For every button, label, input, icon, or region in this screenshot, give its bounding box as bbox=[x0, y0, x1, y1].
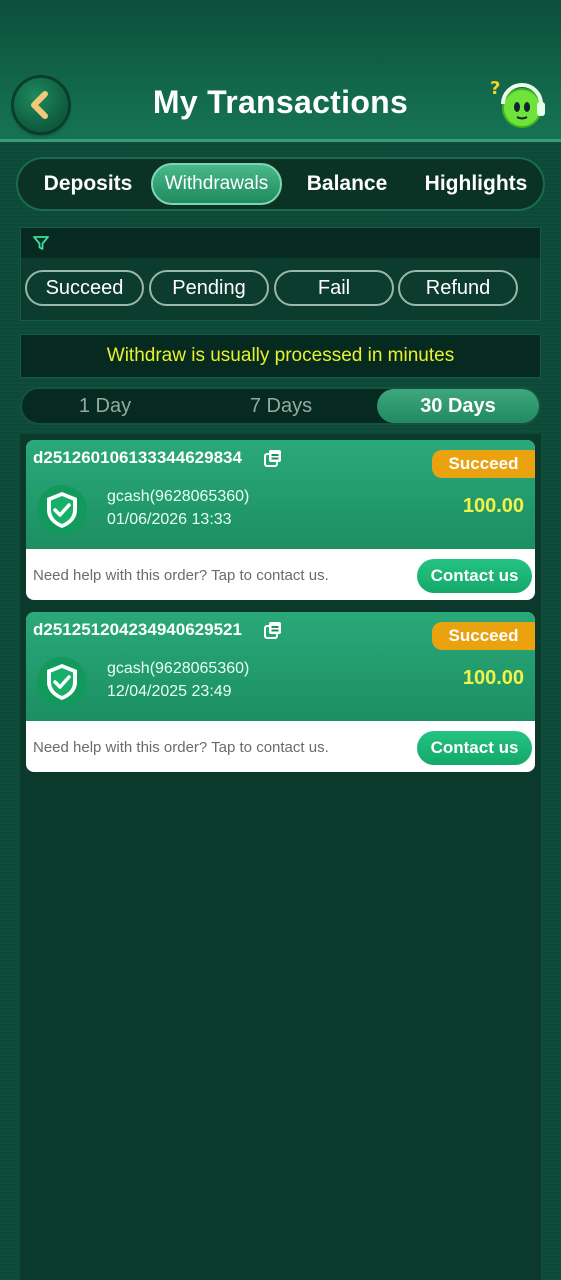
range-30-days[interactable]: 30 Days bbox=[377, 389, 539, 423]
shield-check-icon bbox=[37, 485, 87, 535]
copy-icon[interactable] bbox=[263, 448, 283, 468]
range-7-days[interactable]: 7 Days bbox=[198, 389, 364, 423]
status-badge: Succeed bbox=[432, 450, 535, 478]
tab-deposits[interactable]: Deposits bbox=[32, 163, 144, 205]
copy-icon[interactable] bbox=[263, 620, 283, 640]
transaction-amount: 100.00 bbox=[462, 495, 524, 517]
transaction-amount: 100.00 bbox=[462, 667, 524, 689]
order-id: d251260106133344629834 bbox=[33, 448, 242, 467]
transaction-summary: d251260106133344629834 Succeed gcash(962… bbox=[26, 440, 535, 549]
payment-method: gcash(9628065360) bbox=[107, 660, 250, 677]
help-text: Need help with this order? Tap to contac… bbox=[33, 567, 329, 584]
shield-check-icon bbox=[37, 657, 87, 707]
filter-refund[interactable]: Refund bbox=[398, 270, 518, 306]
payment-method: gcash(9628065360) bbox=[107, 488, 250, 505]
tab-balance[interactable]: Balance bbox=[295, 163, 399, 205]
tab-highlights[interactable]: Highlights bbox=[416, 163, 536, 205]
status-filter-panel: Succeed Pending Fail Refund bbox=[20, 227, 541, 321]
contact-us-button[interactable]: Contact us bbox=[417, 559, 532, 593]
transaction-datetime: 01/06/2026 13:33 bbox=[107, 511, 232, 528]
filter-succeed[interactable]: Succeed bbox=[25, 270, 144, 306]
support-mascot-icon[interactable]: ? bbox=[488, 74, 550, 136]
transaction-card: d251260106133344629834 Succeed gcash(962… bbox=[26, 440, 535, 600]
range-1-day[interactable]: 1 Day bbox=[22, 389, 188, 423]
transaction-datetime: 12/04/2025 23:49 bbox=[107, 683, 232, 700]
filter-icon[interactable] bbox=[32, 234, 50, 252]
filter-pending[interactable]: Pending bbox=[149, 270, 269, 306]
date-range-selector: 1 Day 7 Days 30 Days bbox=[20, 387, 541, 425]
status-badge: Succeed bbox=[432, 622, 535, 650]
filter-fail[interactable]: Fail bbox=[274, 270, 394, 306]
svg-text:?: ? bbox=[490, 78, 500, 99]
transaction-type-tabs: Deposits Withdrawals Balance Highlights bbox=[16, 157, 545, 211]
help-text: Need help with this order? Tap to contac… bbox=[33, 739, 329, 756]
contact-us-button[interactable]: Contact us bbox=[417, 731, 532, 765]
transaction-summary: d251251204234940629521 Succeed gcash(962… bbox=[26, 612, 535, 721]
filter-header bbox=[21, 228, 540, 258]
tab-withdrawals[interactable]: Withdrawals bbox=[151, 163, 282, 205]
processing-notice: Withdraw is usually processed in minutes bbox=[20, 334, 541, 378]
header-bar: My Transactions ? bbox=[0, 0, 561, 142]
page-title: My Transactions bbox=[152, 84, 409, 120]
transaction-card: d251251204234940629521 Succeed gcash(962… bbox=[26, 612, 535, 772]
order-id: d251251204234940629521 bbox=[33, 620, 242, 639]
